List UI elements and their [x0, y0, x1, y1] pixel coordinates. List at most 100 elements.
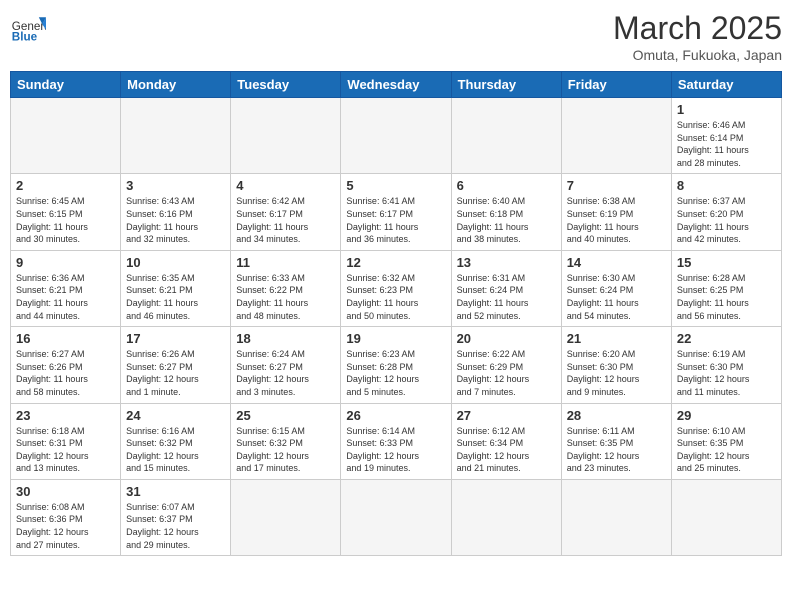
- title-block: March 2025 Omuta, Fukuoka, Japan: [613, 10, 782, 63]
- day-number: 6: [457, 178, 556, 193]
- day-info: Sunrise: 6:37 AM Sunset: 6:20 PM Dayligh…: [677, 195, 776, 245]
- page-header: General Blue March 2025 Omuta, Fukuoka, …: [10, 10, 782, 63]
- day-info: Sunrise: 6:10 AM Sunset: 6:35 PM Dayligh…: [677, 425, 776, 475]
- day-info: Sunrise: 6:12 AM Sunset: 6:34 PM Dayligh…: [457, 425, 556, 475]
- day-number: 30: [16, 484, 115, 499]
- calendar-cell: 8 Sunrise: 6:37 AM Sunset: 6:20 PM Daylig…: [671, 174, 781, 250]
- calendar-cell: 19 Sunrise: 6:23 AM Sunset: 6:28 PM Dayli…: [341, 327, 451, 403]
- day-number: 24: [126, 408, 225, 423]
- day-info: Sunrise: 6:08 AM Sunset: 6:36 PM Dayligh…: [16, 501, 115, 551]
- day-number: 23: [16, 408, 115, 423]
- day-number: 10: [126, 255, 225, 270]
- day-number: 27: [457, 408, 556, 423]
- day-number: 9: [16, 255, 115, 270]
- day-number: 4: [236, 178, 335, 193]
- calendar-week-3: 9 Sunrise: 6:36 AM Sunset: 6:21 PM Daylig…: [11, 250, 782, 326]
- month-year-title: March 2025: [613, 10, 782, 47]
- day-info: Sunrise: 6:36 AM Sunset: 6:21 PM Dayligh…: [16, 272, 115, 322]
- calendar-table: SundayMondayTuesdayWednesdayThursdayFrid…: [10, 71, 782, 556]
- weekday-header-row: SundayMondayTuesdayWednesdayThursdayFrid…: [11, 72, 782, 98]
- calendar-cell: 17Sunrise: 6:26 AM Sunset: 6:27 PM Dayli…: [121, 327, 231, 403]
- logo-icon: General Blue: [10, 10, 46, 46]
- day-number: 1: [677, 102, 776, 117]
- calendar-cell: 9 Sunrise: 6:36 AM Sunset: 6:21 PM Daylig…: [11, 250, 121, 326]
- calendar-cell: 30 Sunrise: 6:08 AM Sunset: 6:36 PM Dayli…: [11, 479, 121, 555]
- day-info: Sunrise: 6:30 AM Sunset: 6:24 PM Dayligh…: [567, 272, 666, 322]
- day-info: Sunrise: 6:35 AM Sunset: 6:21 PM Dayligh…: [126, 272, 225, 322]
- day-number: 13: [457, 255, 556, 270]
- calendar-cell: 12Sunrise: 6:32 AM Sunset: 6:23 PM Dayli…: [341, 250, 451, 326]
- calendar-cell: 13 Sunrise: 6:31 AM Sunset: 6:24 PM Dayli…: [451, 250, 561, 326]
- day-info: Sunrise: 6:27 AM Sunset: 6:26 PM Dayligh…: [16, 348, 115, 398]
- day-info: Sunrise: 6:33 AM Sunset: 6:22 PM Dayligh…: [236, 272, 335, 322]
- calendar-cell: 25 Sunrise: 6:15 AM Sunset: 6:32 PM Dayli…: [231, 403, 341, 479]
- calendar-cell: [671, 479, 781, 555]
- weekday-header-friday: Friday: [561, 72, 671, 98]
- calendar-cell: 16Sunrise: 6:27 AM Sunset: 6:26 PM Dayli…: [11, 327, 121, 403]
- calendar-cell: 15Sunrise: 6:28 AM Sunset: 6:25 PM Dayli…: [671, 250, 781, 326]
- calendar-cell: 26Sunrise: 6:14 AM Sunset: 6:33 PM Dayli…: [341, 403, 451, 479]
- calendar-cell: [231, 98, 341, 174]
- calendar-cell: 20Sunrise: 6:22 AM Sunset: 6:29 PM Dayli…: [451, 327, 561, 403]
- calendar-cell: [341, 98, 451, 174]
- weekday-header-thursday: Thursday: [451, 72, 561, 98]
- day-number: 25: [236, 408, 335, 423]
- day-number: 19: [346, 331, 445, 346]
- day-number: 14: [567, 255, 666, 270]
- calendar-cell: 2 Sunrise: 6:45 AM Sunset: 6:15 PM Daylig…: [11, 174, 121, 250]
- calendar-cell: [231, 479, 341, 555]
- calendar-week-4: 16Sunrise: 6:27 AM Sunset: 6:26 PM Dayli…: [11, 327, 782, 403]
- day-info: Sunrise: 6:40 AM Sunset: 6:18 PM Dayligh…: [457, 195, 556, 245]
- day-info: Sunrise: 6:19 AM Sunset: 6:30 PM Dayligh…: [677, 348, 776, 398]
- calendar-cell: 31Sunrise: 6:07 AM Sunset: 6:37 PM Dayli…: [121, 479, 231, 555]
- day-number: 22: [677, 331, 776, 346]
- calendar-cell: [451, 98, 561, 174]
- day-number: 21: [567, 331, 666, 346]
- calendar-cell: 1 Sunrise: 6:46 AM Sunset: 6:14 PM Daylig…: [671, 98, 781, 174]
- day-number: 20: [457, 331, 556, 346]
- location-subtitle: Omuta, Fukuoka, Japan: [613, 47, 782, 63]
- calendar-cell: [561, 479, 671, 555]
- day-info: Sunrise: 6:28 AM Sunset: 6:25 PM Dayligh…: [677, 272, 776, 322]
- day-info: Sunrise: 6:15 AM Sunset: 6:32 PM Dayligh…: [236, 425, 335, 475]
- day-info: Sunrise: 6:46 AM Sunset: 6:14 PM Dayligh…: [677, 119, 776, 169]
- calendar-week-6: 30 Sunrise: 6:08 AM Sunset: 6:36 PM Dayli…: [11, 479, 782, 555]
- day-info: Sunrise: 6:11 AM Sunset: 6:35 PM Dayligh…: [567, 425, 666, 475]
- day-info: Sunrise: 6:26 AM Sunset: 6:27 PM Dayligh…: [126, 348, 225, 398]
- calendar-cell: 6 Sunrise: 6:40 AM Sunset: 6:18 PM Daylig…: [451, 174, 561, 250]
- calendar-cell: 28 Sunrise: 6:11 AM Sunset: 6:35 PM Dayli…: [561, 403, 671, 479]
- calendar-cell: [561, 98, 671, 174]
- day-info: Sunrise: 6:31 AM Sunset: 6:24 PM Dayligh…: [457, 272, 556, 322]
- day-info: Sunrise: 6:18 AM Sunset: 6:31 PM Dayligh…: [16, 425, 115, 475]
- logo: General Blue: [10, 10, 46, 46]
- day-number: 26: [346, 408, 445, 423]
- calendar-cell: [451, 479, 561, 555]
- day-number: 18: [236, 331, 335, 346]
- day-info: Sunrise: 6:41 AM Sunset: 6:17 PM Dayligh…: [346, 195, 445, 245]
- day-info: Sunrise: 6:38 AM Sunset: 6:19 PM Dayligh…: [567, 195, 666, 245]
- calendar-cell: 27 Sunrise: 6:12 AM Sunset: 6:34 PM Dayli…: [451, 403, 561, 479]
- weekday-header-wednesday: Wednesday: [341, 72, 451, 98]
- day-number: 28: [567, 408, 666, 423]
- calendar-week-1: 1 Sunrise: 6:46 AM Sunset: 6:14 PM Daylig…: [11, 98, 782, 174]
- day-info: Sunrise: 6:23 AM Sunset: 6:28 PM Dayligh…: [346, 348, 445, 398]
- calendar-cell: 5 Sunrise: 6:41 AM Sunset: 6:17 PM Daylig…: [341, 174, 451, 250]
- day-number: 8: [677, 178, 776, 193]
- day-number: 31: [126, 484, 225, 499]
- calendar-cell: 11Sunrise: 6:33 AM Sunset: 6:22 PM Dayli…: [231, 250, 341, 326]
- day-info: Sunrise: 6:43 AM Sunset: 6:16 PM Dayligh…: [126, 195, 225, 245]
- calendar-cell: 7Sunrise: 6:38 AM Sunset: 6:19 PM Daylig…: [561, 174, 671, 250]
- day-info: Sunrise: 6:45 AM Sunset: 6:15 PM Dayligh…: [16, 195, 115, 245]
- calendar-cell: 3Sunrise: 6:43 AM Sunset: 6:16 PM Daylig…: [121, 174, 231, 250]
- day-number: 12: [346, 255, 445, 270]
- calendar-cell: 18Sunrise: 6:24 AM Sunset: 6:27 PM Dayli…: [231, 327, 341, 403]
- day-number: 2: [16, 178, 115, 193]
- weekday-header-sunday: Sunday: [11, 72, 121, 98]
- calendar-cell: 23 Sunrise: 6:18 AM Sunset: 6:31 PM Dayli…: [11, 403, 121, 479]
- calendar-cell: 4Sunrise: 6:42 AM Sunset: 6:17 PM Daylig…: [231, 174, 341, 250]
- calendar-cell: 29Sunrise: 6:10 AM Sunset: 6:35 PM Dayli…: [671, 403, 781, 479]
- day-info: Sunrise: 6:16 AM Sunset: 6:32 PM Dayligh…: [126, 425, 225, 475]
- day-info: Sunrise: 6:20 AM Sunset: 6:30 PM Dayligh…: [567, 348, 666, 398]
- weekday-header-tuesday: Tuesday: [231, 72, 341, 98]
- day-number: 5: [346, 178, 445, 193]
